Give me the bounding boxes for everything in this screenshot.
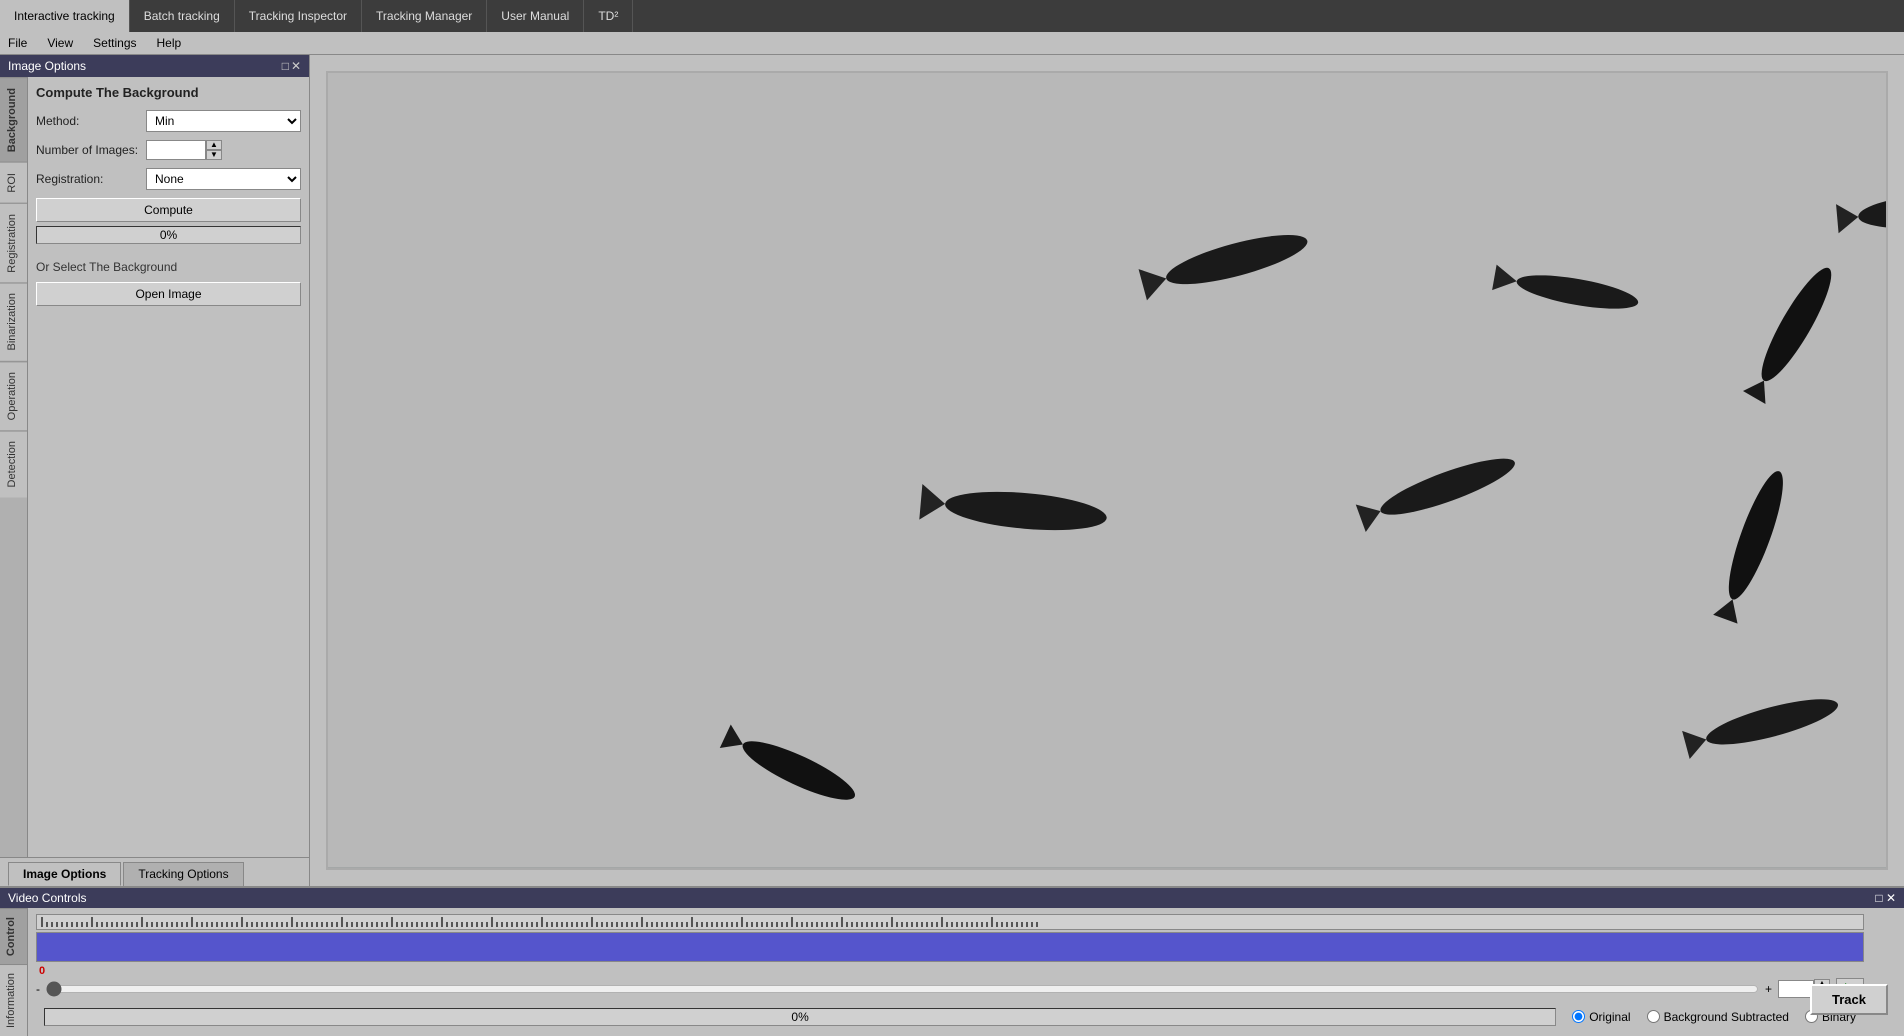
radio-original[interactable]: Original — [1572, 1010, 1630, 1024]
radio-original-input[interactable] — [1572, 1010, 1585, 1023]
video-panel-controls: □ ✕ — [1875, 891, 1896, 905]
video-close[interactable]: ✕ — [1886, 891, 1896, 905]
playback-controls: - + 25 ▲ ▼ — [36, 978, 1864, 1000]
menu-file[interactable]: File — [4, 34, 31, 52]
menu-view[interactable]: View — [43, 34, 77, 52]
video-side-tabs: Control Information — [0, 908, 28, 1036]
video-side-tabs-container: Control Information // Will be populated… — [0, 908, 1904, 1036]
panel-close[interactable]: ✕ — [291, 59, 301, 73]
side-tab-roi[interactable]: ROI — [0, 162, 27, 203]
panel-minimize[interactable]: □ — [282, 59, 289, 73]
bottom-tabs: Image Options Tracking Options — [0, 857, 309, 886]
registration-row: Registration: None Translation Affine — [36, 168, 301, 190]
video-side-tab-control[interactable]: Control — [0, 908, 27, 964]
menu-bar: File View Settings Help — [0, 32, 1904, 55]
timeline-ruler: // Will be populated via JS below — [36, 914, 1864, 930]
bottom-status-row: 0% Original Background Subtracted — [36, 1006, 1864, 1028]
menu-settings[interactable]: Settings — [89, 34, 140, 52]
side-tab-operation[interactable]: Operation — [0, 361, 27, 430]
side-tabs-container: Background ROI Registration Binarization… — [0, 77, 309, 857]
num-images-label: Number of Images: — [36, 143, 146, 157]
image-options-title: Image Options — [8, 59, 86, 73]
method-select[interactable]: Min Max Mean Median — [146, 110, 301, 132]
or-select-label: Or Select The Background — [36, 260, 301, 274]
timeline-fill — [37, 933, 1863, 961]
video-side-tab-information[interactable]: Information — [0, 964, 27, 1036]
play-minus[interactable]: - — [36, 982, 40, 996]
left-panel: Image Options □ ✕ Background ROI Registr… — [0, 55, 310, 886]
side-tabs: Background ROI Registration Binarization… — [0, 77, 28, 857]
num-images-input[interactable]: 200 — [146, 140, 206, 160]
video-panel-header: Video Controls □ ✕ — [0, 888, 1904, 908]
timeline-frame-label: 0 — [39, 965, 45, 977]
side-tab-background[interactable]: Background — [0, 77, 27, 162]
video-controls-content: // Will be populated via JS below 0 - + … — [28, 908, 1872, 1036]
tab-batch-tracking[interactable]: Batch tracking — [130, 0, 235, 32]
track-btn-container: Track — [1872, 908, 1904, 1036]
compute-button[interactable]: Compute — [36, 198, 301, 222]
video-minimize[interactable]: □ — [1875, 891, 1882, 905]
radio-original-label: Original — [1589, 1010, 1630, 1024]
content-area: Image Options □ ✕ Background ROI Registr… — [0, 55, 1904, 886]
image-options-header: Image Options □ ✕ — [0, 55, 309, 77]
fish-scene-svg — [328, 73, 1886, 868]
registration-label: Registration: — [36, 172, 146, 186]
video-controls-title: Video Controls — [8, 891, 87, 905]
side-tab-binarization[interactable]: Binarization — [0, 282, 27, 360]
fps-input[interactable]: 25 — [1778, 980, 1814, 998]
right-panel — [310, 55, 1904, 886]
section-title-compute-bg: Compute The Background — [36, 85, 301, 100]
tab-td2[interactable]: TD² — [584, 0, 633, 32]
bottom-tab-tracking-options[interactable]: Tracking Options — [123, 862, 243, 886]
progress-bottom: 0% — [44, 1008, 1556, 1026]
open-image-button[interactable]: Open Image — [36, 282, 301, 306]
timeline-bar-container[interactable]: 0 — [36, 932, 1864, 962]
registration-select[interactable]: None Translation Affine — [146, 168, 301, 190]
panel-content: Compute The Background Method: Min Max M… — [28, 77, 309, 857]
main-layout: Image Options □ ✕ Background ROI Registr… — [0, 55, 1904, 1036]
spinbox-up[interactable]: ▲ — [206, 140, 222, 150]
tab-interactive-tracking[interactable]: Interactive tracking — [0, 0, 130, 32]
method-label: Method: — [36, 114, 146, 128]
num-images-spinbox: 200 ▲ ▼ — [146, 140, 222, 160]
menu-help[interactable]: Help — [153, 34, 186, 52]
viewport-frame — [326, 71, 1888, 870]
compute-progress-label: 0% — [160, 228, 177, 242]
video-controls-panel: Video Controls □ ✕ Control Information /… — [0, 886, 1904, 1036]
progress-bottom-label: 0% — [791, 1010, 808, 1024]
panel-controls: □ ✕ — [282, 59, 301, 73]
radio-bg-subtracted-label: Background Subtracted — [1664, 1010, 1789, 1024]
method-row: Method: Min Max Mean Median — [36, 110, 301, 132]
tab-bar: Interactive tracking Batch tracking Trac… — [0, 0, 1904, 32]
bottom-tab-image-options[interactable]: Image Options — [8, 862, 121, 886]
spinbox-down[interactable]: ▼ — [206, 150, 222, 160]
spinbox-btns: ▲ ▼ — [206, 140, 222, 160]
compute-progress: 0% — [36, 226, 301, 244]
num-images-row: Number of Images: 200 ▲ ▼ — [36, 140, 301, 160]
side-tab-detection[interactable]: Detection — [0, 430, 27, 497]
radio-bg-subtracted[interactable]: Background Subtracted — [1647, 1010, 1789, 1024]
tab-tracking-manager[interactable]: Tracking Manager — [362, 0, 487, 32]
radio-bg-subtracted-input[interactable] — [1647, 1010, 1660, 1023]
tab-user-manual[interactable]: User Manual — [487, 0, 584, 32]
side-tab-registration[interactable]: Registration — [0, 203, 27, 283]
track-button[interactable]: Track — [1810, 984, 1888, 1015]
play-plus[interactable]: + — [1765, 982, 1772, 996]
tab-tracking-inspector[interactable]: Tracking Inspector — [235, 0, 362, 32]
play-slider[interactable] — [46, 982, 1759, 996]
